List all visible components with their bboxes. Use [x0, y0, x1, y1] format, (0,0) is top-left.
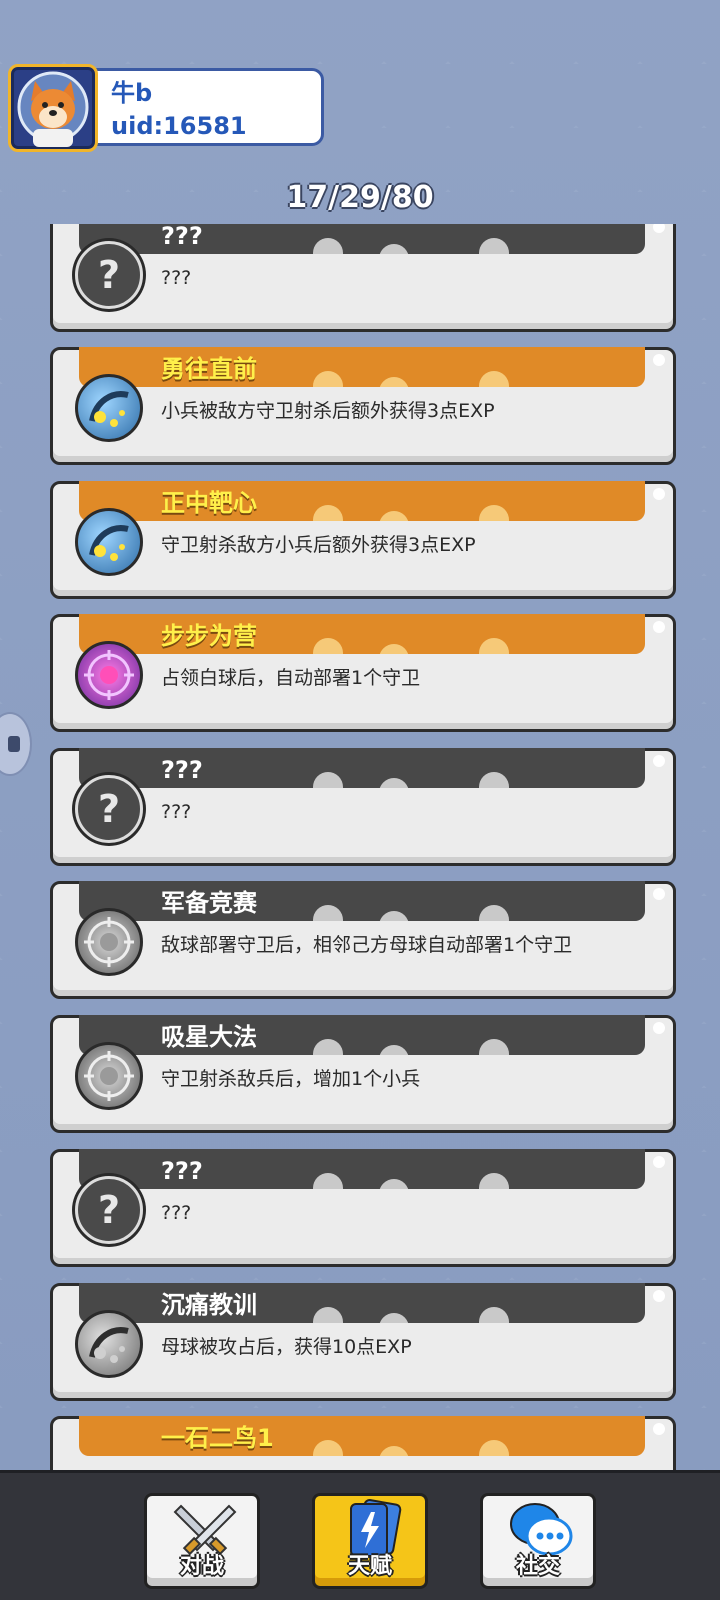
profile-info-card: 牛b uid:16581 — [78, 68, 324, 146]
question-icon: ? — [75, 775, 143, 843]
talent-description: 守卫射杀敌方小兵后额外获得3点EXP — [161, 534, 476, 556]
talent-description: ??? — [161, 801, 192, 823]
player-name: 牛b — [111, 79, 153, 107]
card-corner-dot — [653, 1290, 665, 1302]
card-corner-dot — [653, 354, 665, 366]
nav-social-label: 社交 — [515, 1554, 560, 1579]
talent-list[interactable]: ??? ??? ? 勇往直前 小兵被敌方守卫射杀后额外获得3点EXP 正中靶心 … — [0, 224, 720, 1470]
svg-text:?: ? — [98, 1188, 120, 1232]
talent-title: ??? — [161, 224, 203, 250]
card-corner-dot — [653, 1156, 665, 1168]
talent-card[interactable]: 军备竞赛 敌球部署守卫后，相邻己方母球自动部署1个守卫 — [50, 881, 676, 999]
talent-description: 敌球部署守卫后，相邻己方母球自动部署1个守卫 — [161, 934, 573, 956]
card-corner-dot — [653, 224, 665, 233]
gray-crosshair-orb-icon — [75, 908, 143, 976]
nav-battle-label: 对战 — [179, 1554, 224, 1579]
card-corner-dot — [653, 1423, 665, 1435]
talent-title: 吸星大法 — [161, 1023, 257, 1051]
purple-crosshair-orb-icon — [75, 641, 143, 709]
card-corner-dot — [653, 755, 665, 767]
talent-title: 正中靶心 — [161, 489, 257, 517]
talent-title: 步步为营 — [161, 622, 257, 650]
talent-card[interactable]: ??? ??? ? — [50, 748, 676, 866]
nav-talent-label: 天赋 — [347, 1554, 392, 1579]
svg-text:?: ? — [98, 787, 120, 831]
talent-description: ??? — [161, 267, 192, 289]
talent-card[interactable]: ??? ??? ? — [50, 1149, 676, 1267]
talent-title: ??? — [161, 756, 203, 784]
avatar[interactable] — [8, 64, 98, 152]
talent-description: 母球被攻占后，获得10点EXP — [161, 1336, 412, 1358]
talent-card[interactable]: 一石二鸟1 — [50, 1416, 676, 1470]
comet-orb-icon — [75, 508, 143, 576]
talent-description: 小兵被敌方守卫射杀后额外获得3点EXP — [161, 400, 495, 422]
talent-title: 勇往直前 — [161, 355, 257, 383]
gray-crosshair-orb-icon — [75, 1042, 143, 1110]
question-icon: ? — [75, 1176, 143, 1244]
card-corner-dot — [653, 488, 665, 500]
talent-description: 守卫射杀敌兵后，增加1个小兵 — [161, 1068, 421, 1090]
talent-card[interactable]: 勇往直前 小兵被敌方守卫射杀后额外获得3点EXP — [50, 347, 676, 465]
talent-card[interactable]: 吸星大法 守卫射杀敌兵后，增加1个小兵 — [50, 1015, 676, 1133]
talent-card[interactable]: 沉痛教训 母球被攻占后，获得10点EXP — [50, 1283, 676, 1401]
svg-text:?: ? — [98, 253, 120, 297]
card-corner-dot — [653, 1022, 665, 1034]
comet-orb-icon — [75, 374, 143, 442]
talent-card[interactable]: 正中靶心 守卫射杀敌方小兵后额外获得3点EXP — [50, 481, 676, 599]
question-icon: ? — [75, 241, 143, 309]
talent-title: 一石二鸟1 — [161, 1424, 274, 1452]
talent-description: ??? — [161, 1202, 192, 1224]
card-corner-dot — [653, 621, 665, 633]
talent-title: 军备竞赛 — [161, 889, 257, 917]
nav-talent-button[interactable]: 天赋 — [312, 1493, 428, 1589]
nav-battle-button[interactable]: 对战 — [144, 1493, 260, 1589]
player-profile[interactable]: 牛b uid:16581 — [8, 64, 324, 152]
talent-title: ??? — [161, 1157, 203, 1185]
gray-comet-orb-icon — [75, 1310, 143, 1378]
talent-card[interactable]: ??? ??? ? — [50, 224, 676, 332]
talent-card[interactable]: 步步为营 占领白球后，自动部署1个守卫 — [50, 614, 676, 732]
bottom-navigation: 对战 天赋 社交 — [0, 1470, 720, 1600]
talent-progress-counter: 17/29/80 — [286, 180, 434, 215]
talent-title: 沉痛教训 — [161, 1291, 257, 1319]
card-corner-dot — [653, 888, 665, 900]
talent-description: 占领白球后，自动部署1个守卫 — [161, 667, 421, 689]
player-uid: uid:16581 — [111, 112, 247, 140]
nav-social-button[interactable]: 社交 — [480, 1493, 596, 1589]
